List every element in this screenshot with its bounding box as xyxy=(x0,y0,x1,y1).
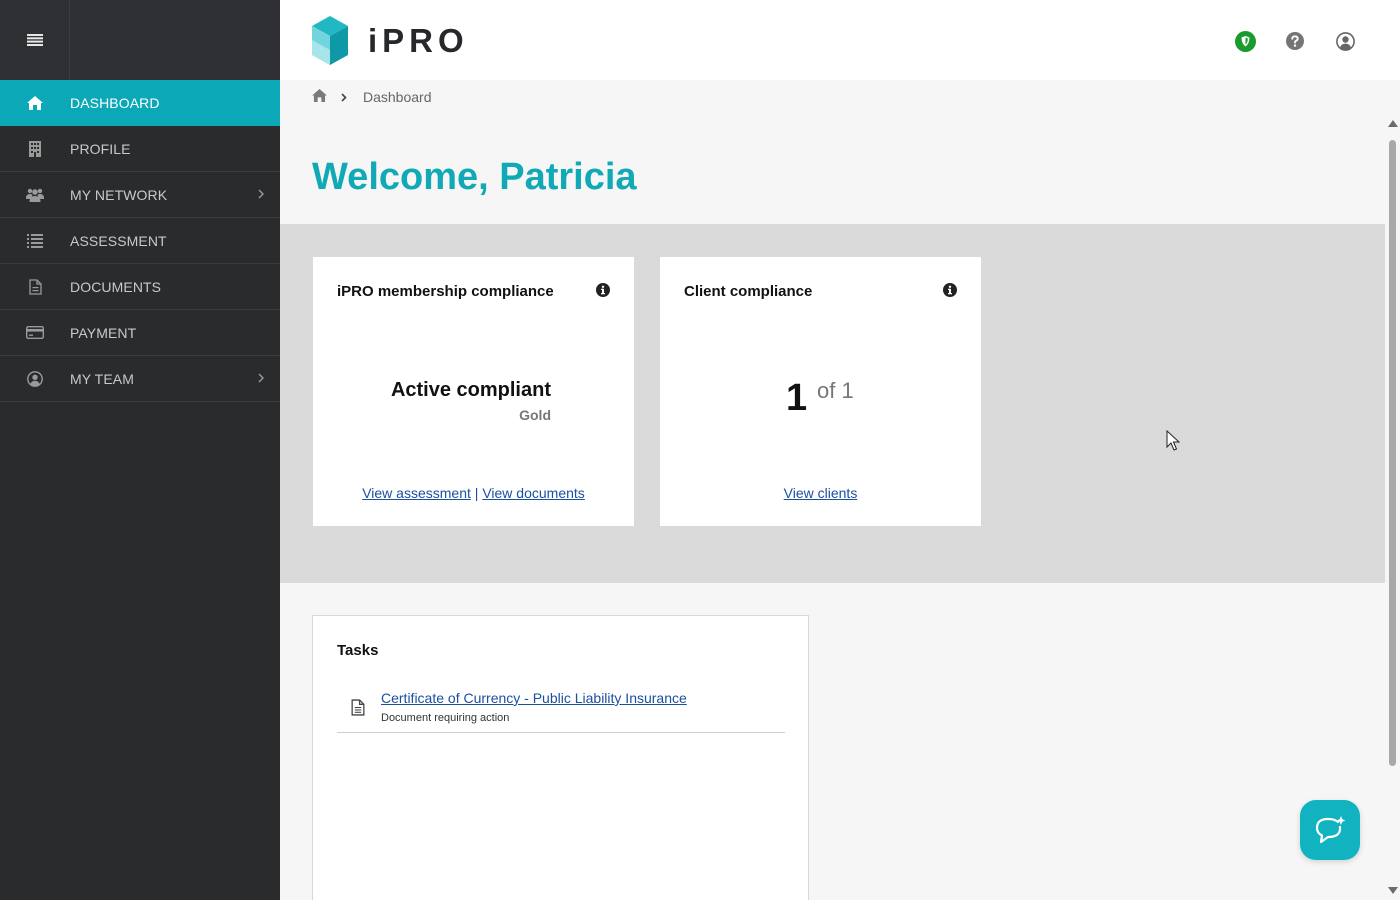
sidebar-item-label: ASSESSMENT xyxy=(70,232,167,249)
sidebar-item-label: PAYMENT xyxy=(70,324,137,341)
task-item: Certificate of Currency - Public Liabili… xyxy=(337,688,785,733)
client-compliance-card: Client compliance 1 of 1 View clients xyxy=(660,257,981,526)
sidebar-item-label: MY TEAM xyxy=(70,370,134,387)
chevron-right-icon xyxy=(258,186,264,204)
shield-status-button[interactable] xyxy=(1234,30,1256,52)
vertical-scrollbar[interactable] xyxy=(1385,116,1400,900)
hamburger-icon xyxy=(26,34,43,46)
sidebar-item-label: DASHBOARD xyxy=(70,94,160,111)
compliant-client-count: 1 xyxy=(786,377,808,419)
account-icon xyxy=(1335,31,1355,51)
sidebar-item-profile[interactable]: PROFILE xyxy=(0,126,280,172)
user-circle-icon xyxy=(0,370,70,387)
compliance-section: iPRO membership compliance Active compli… xyxy=(280,224,1385,583)
info-icon[interactable] xyxy=(943,283,957,302)
sidebar-item-label: MY NETWORK xyxy=(70,186,168,203)
link-separator: | xyxy=(474,485,479,501)
chat-button[interactable] xyxy=(1300,800,1360,860)
scroll-thumb[interactable] xyxy=(1389,140,1396,766)
brand-name: iPRO xyxy=(368,21,469,59)
view-assessment-link[interactable]: View assessment xyxy=(362,485,471,501)
chat-icon xyxy=(1315,816,1346,844)
menu-toggle-button[interactable] xyxy=(0,0,70,80)
card-title: Client compliance xyxy=(684,283,813,300)
home-icon xyxy=(0,95,70,110)
membership-level: Gold xyxy=(519,407,551,423)
mouse-cursor-icon xyxy=(1166,430,1180,451)
membership-compliance-card: iPRO membership compliance Active compli… xyxy=(313,257,634,526)
help-icon xyxy=(1286,32,1304,50)
credit-card-icon xyxy=(0,326,70,339)
task-link[interactable]: Certificate of Currency - Public Liabili… xyxy=(381,690,687,706)
sidebar-item-label: PROFILE xyxy=(70,140,131,157)
card-links: View clients xyxy=(660,485,981,501)
scroll-down-arrow[interactable] xyxy=(1388,887,1398,894)
info-icon[interactable] xyxy=(596,283,610,302)
view-documents-link[interactable]: View documents xyxy=(482,485,584,501)
compliance-status: Active compliant xyxy=(390,379,551,401)
header-actions xyxy=(1234,30,1356,52)
total-client-count: of 1 xyxy=(817,378,854,403)
users-icon xyxy=(0,188,70,202)
top-header: iPRO xyxy=(280,0,1400,80)
sidebar-item-my-network[interactable]: MY NETWORK xyxy=(0,172,280,218)
sidebar-item-label: DOCUMENTS xyxy=(70,278,162,295)
ipro-logo-icon xyxy=(312,16,348,65)
scroll-up-arrow[interactable] xyxy=(1388,120,1398,127)
breadcrumb: Dashboard xyxy=(312,88,432,106)
shield-status-icon xyxy=(1234,30,1256,52)
list-icon xyxy=(0,233,70,248)
document-icon xyxy=(0,278,70,295)
help-button[interactable] xyxy=(1284,30,1306,52)
tasks-card: Tasks Certificate of Currency - Public L… xyxy=(312,615,809,900)
view-clients-link[interactable]: View clients xyxy=(784,485,858,501)
card-title: iPRO membership compliance xyxy=(337,283,554,300)
sidebar-item-my-team[interactable]: MY TEAM xyxy=(0,356,280,402)
tasks-title: Tasks xyxy=(337,642,379,659)
sidebar-item-dashboard[interactable]: DASHBOARD xyxy=(0,80,280,126)
home-icon xyxy=(312,89,327,102)
sidebar-item-documents[interactable]: DOCUMENTS xyxy=(0,264,280,310)
breadcrumb-home[interactable] xyxy=(312,89,327,105)
sidebar-header xyxy=(0,0,280,80)
chevron-right-icon xyxy=(258,370,264,388)
page-title: Welcome, Patricia xyxy=(312,156,637,198)
task-subtitle: Document requiring action xyxy=(381,712,510,724)
sidebar: DASHBOARD PROFILE MY NETWORK ASSESSMENT … xyxy=(0,0,280,900)
sidebar-item-assessment[interactable]: ASSESSMENT xyxy=(0,218,280,264)
card-links: View assessment | View documents xyxy=(313,485,634,501)
document-icon xyxy=(351,699,365,721)
sidebar-item-payment[interactable]: PAYMENT xyxy=(0,310,280,356)
building-icon xyxy=(0,140,70,157)
account-button[interactable] xyxy=(1334,30,1356,52)
chevron-right-icon xyxy=(341,92,347,102)
brand-logo[interactable]: iPRO xyxy=(312,16,469,65)
breadcrumb-current: Dashboard xyxy=(363,89,432,105)
